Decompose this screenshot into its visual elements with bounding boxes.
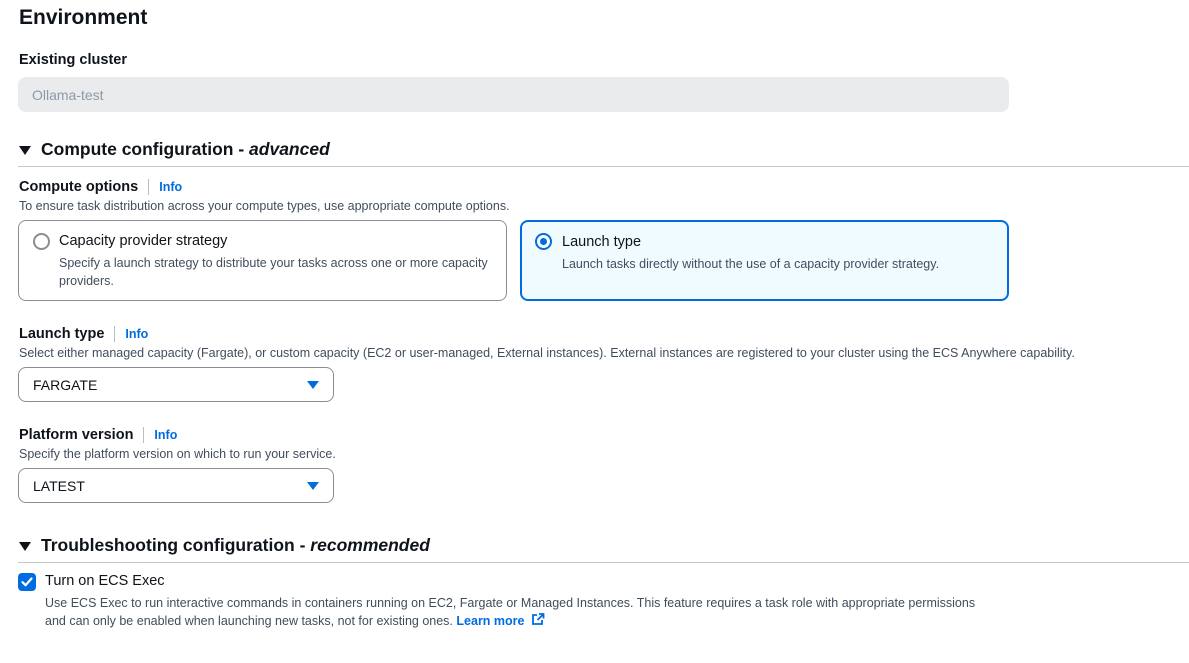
separator — [148, 179, 150, 195]
platform-version-value: LATEST — [33, 477, 85, 494]
environment-heading: Environment — [19, 6, 148, 29]
ecs-exec-label[interactable]: Turn on ECS Exec — [45, 573, 165, 589]
separator — [114, 326, 116, 342]
compute-options-label: Compute options — [19, 179, 139, 195]
compute-options-label-row: Compute options Info — [19, 179, 182, 195]
tile-title: Capacity provider strategy — [59, 233, 228, 249]
tile-description: Launch tasks directly without the use of… — [562, 257, 940, 271]
launch-type-info-link[interactable]: Info — [125, 327, 148, 341]
troubleshooting-configuration-toggle[interactable]: Troubleshooting configuration - recommen… — [19, 535, 430, 556]
existing-cluster-input: Ollama-test — [18, 77, 1009, 112]
tile-description: Specify a launch strategy to distribute … — [59, 256, 488, 288]
caret-down-icon — [307, 380, 319, 389]
launch-type-label-row: Launch type Info — [19, 326, 148, 342]
environment-form: Environment Existing cluster Ollama-test… — [0, 0, 1189, 663]
tile-capacity-provider-strategy[interactable]: Capacity provider strategy Specify a lau… — [18, 220, 507, 301]
radio-capacity-provider-strategy[interactable] — [33, 233, 50, 250]
compute-configuration-suffix: advanced — [249, 139, 330, 159]
compute-configuration-dash: - — [233, 139, 250, 159]
caret-down-icon — [19, 146, 31, 155]
platform-version-select[interactable]: LATEST — [18, 468, 334, 503]
compute-configuration-toggle[interactable]: Compute configuration - advanced — [19, 139, 330, 160]
learn-more-link[interactable]: Learn more — [456, 613, 545, 628]
external-link-icon — [532, 613, 545, 625]
launch-type-value: FARGATE — [33, 376, 98, 393]
troubleshooting-configuration-suffix: recommended — [310, 535, 430, 555]
compute-options-info-link[interactable]: Info — [159, 180, 182, 194]
troubleshooting-configuration-dash: - — [294, 535, 311, 555]
section-divider — [18, 562, 1189, 563]
launch-type-select[interactable]: FARGATE — [18, 367, 334, 402]
caret-down-icon — [307, 481, 319, 490]
ecs-exec-checkbox[interactable] — [18, 573, 36, 591]
existing-cluster-label: Existing cluster — [19, 52, 127, 68]
section-divider — [18, 166, 1189, 167]
launch-type-description: Select either managed capacity (Fargate)… — [19, 346, 1075, 360]
existing-cluster-value: Ollama-test — [32, 86, 104, 103]
compute-configuration-title: Compute configuration — [41, 139, 234, 159]
launch-type-label: Launch type — [19, 326, 105, 342]
caret-down-icon — [19, 542, 31, 551]
platform-version-label: Platform version — [19, 427, 134, 443]
radio-launch-type[interactable] — [535, 233, 552, 250]
tile-launch-type[interactable]: Launch type Launch tasks directly withou… — [520, 220, 1009, 301]
platform-version-info-link[interactable]: Info — [154, 428, 177, 442]
platform-version-description: Specify the platform version on which to… — [19, 447, 336, 461]
compute-options-description: To ensure task distribution across your … — [19, 199, 510, 213]
troubleshooting-configuration-title: Troubleshooting configuration — [41, 535, 295, 555]
learn-more-label: Learn more — [456, 614, 525, 628]
ecs-exec-description: Use ECS Exec to run interactive commands… — [45, 594, 985, 630]
separator — [143, 427, 145, 443]
platform-version-label-row: Platform version Info — [19, 427, 177, 443]
tile-title: Launch type — [562, 234, 642, 250]
check-icon — [21, 577, 33, 587]
